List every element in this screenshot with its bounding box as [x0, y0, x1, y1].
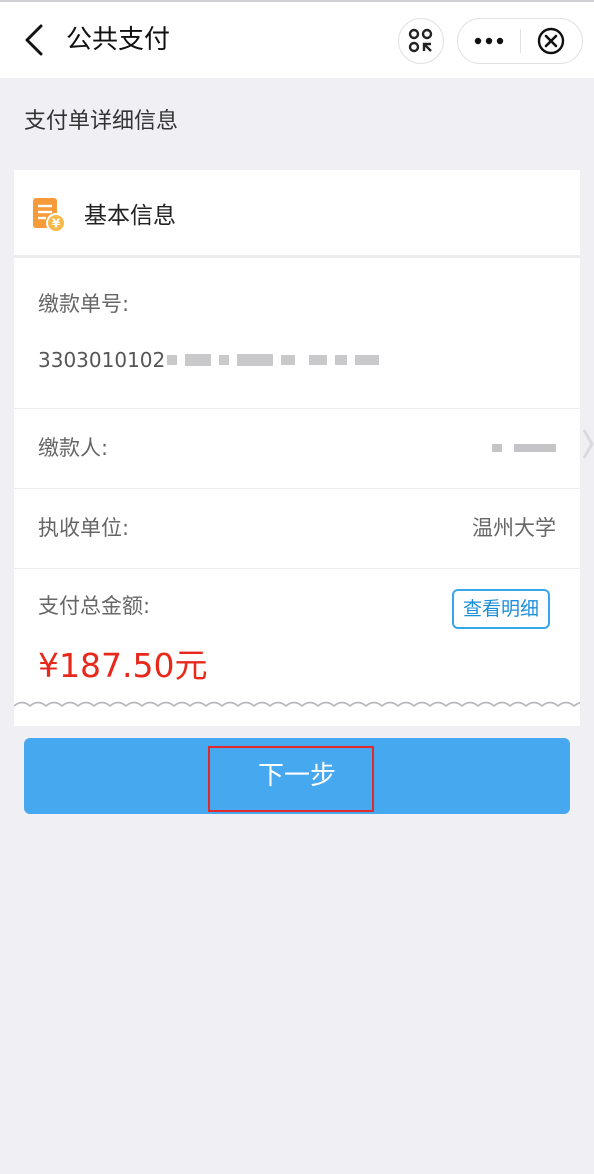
payment-number-value-wrap: 3303010102: [38, 345, 387, 375]
scan-button[interactable]: [398, 18, 444, 64]
section-title: 支付单详细信息: [24, 109, 179, 134]
payer-label: 缴款人:: [38, 436, 109, 460]
collecting-unit-value: 温州大学: [472, 516, 556, 540]
more-button[interactable]: [458, 19, 520, 63]
edge-chevron-icon: [582, 429, 594, 459]
chevron-left-icon: [25, 24, 43, 56]
collecting-unit-label: 执收单位:: [38, 516, 130, 540]
payment-detail-card: ¥ 基本信息 缴款单号: 3303010102 缴款人: 执收单位: 温州大学 …: [14, 170, 580, 726]
redacted-mosaic: [167, 354, 387, 366]
top-navigation-bar: 公共支付: [0, 0, 594, 78]
payer-row: 缴款人:: [14, 409, 580, 489]
total-amount-value: ¥187.50元: [38, 646, 208, 685]
close-button[interactable]: [520, 19, 582, 63]
payment-number-value: 3303010102: [38, 348, 166, 372]
mini-program-capsule: [457, 18, 583, 64]
card-header: ¥ 基本信息: [14, 170, 580, 258]
svg-text:¥: ¥: [52, 217, 61, 231]
collecting-unit-row: 执收单位: 温州大学: [14, 489, 580, 569]
scan-icon: [408, 28, 433, 53]
page-title: 公共支付: [66, 25, 171, 55]
total-amount-label: 支付总金额:: [38, 594, 151, 618]
next-step-button[interactable]: 下一步: [24, 738, 570, 814]
bill-icon: ¥: [33, 198, 66, 233]
close-circle-icon: [538, 27, 565, 55]
payer-redacted-value: [492, 433, 556, 463]
view-details-button[interactable]: 查看明细: [452, 589, 550, 629]
payment-number-label: 缴款单号:: [38, 292, 130, 316]
next-step-label: 下一步: [257, 761, 336, 791]
card-header-title: 基本信息: [84, 203, 176, 229]
receipt-zigzag-edge: [14, 692, 580, 708]
payment-number-row: 缴款单号: 3303010102: [14, 261, 580, 409]
more-dots-icon: [474, 37, 503, 45]
total-amount-row: 支付总金额: 查看明细 ¥187.50元: [14, 569, 580, 691]
back-button[interactable]: [16, 20, 52, 60]
